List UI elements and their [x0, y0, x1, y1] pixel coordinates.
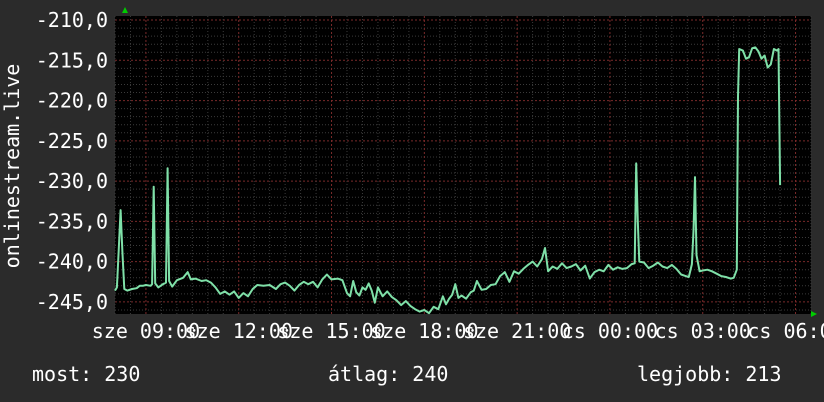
y-tick-label: -230,0	[36, 169, 108, 193]
y-tick-label: -245,0	[36, 290, 108, 314]
y-tick-label: -240,0	[36, 250, 108, 274]
y-tick-label: -220,0	[36, 89, 108, 113]
y-tick-label: -225,0	[36, 129, 108, 153]
x-tick-label: cs 06:00	[747, 319, 824, 343]
y-axis-arrow	[122, 7, 128, 13]
y-tick-label: -210,0	[36, 8, 108, 32]
stat-average: átlag: 240	[328, 362, 449, 386]
x-tick-label: cs 00:00	[562, 319, 658, 343]
y-axis-label: onlinestream.live	[0, 64, 24, 269]
x-axis-arrow	[811, 311, 817, 317]
x-tick-label: cs 03:00	[655, 319, 751, 343]
x-tick-labels: sze 09:00sze 12:00sze 15:00sze 18:00sze …	[92, 319, 824, 343]
y-tick-label: -235,0	[36, 209, 108, 233]
x-tick-label: sze 21:00	[463, 319, 571, 343]
y-tick-label: -215,0	[36, 48, 108, 72]
stat-best: legjobb: 213	[637, 362, 782, 386]
stat-current: most: 230	[32, 362, 141, 386]
y-tick-labels: -210,0 -215,0 -220,0 -225,0 -230,0 -235,0 -240…	[36, 8, 108, 314]
chart: -210,0 -215,0 -220,0 -225,0 -230,0 -235,0 -240…	[0, 7, 824, 343]
